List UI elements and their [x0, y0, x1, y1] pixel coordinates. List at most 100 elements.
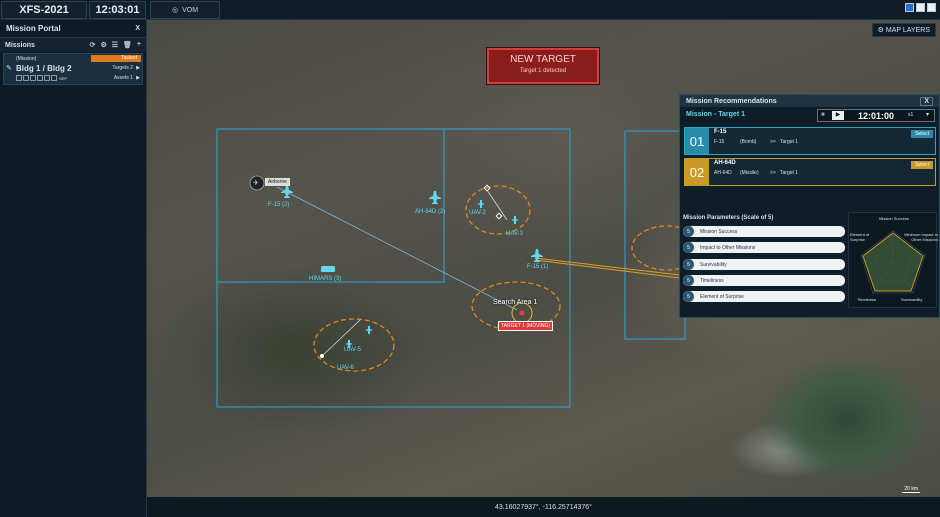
- rec-platform: AH-64D: [714, 170, 732, 176]
- route-line: [534, 259, 681, 279]
- app-title: XFS-2021: [1, 1, 87, 19]
- uav-icon: [365, 326, 373, 334]
- rec-target: Target 1: [780, 170, 799, 176]
- jet-icon: [531, 249, 543, 262]
- unit-label[interactable]: F-15 (1): [527, 264, 548, 270]
- rec-number: 02: [685, 159, 709, 185]
- radar-label: Survivability: [901, 297, 923, 302]
- scale-bar: 20 km: [902, 486, 920, 493]
- settings-icon[interactable]: ⚙: [100, 41, 106, 49]
- new-target-alert[interactable]: NEW TARGET Target 1 detected: [487, 48, 599, 84]
- mission-recommendations-panel: Mission Recommendations X Mission - Targ…: [679, 94, 940, 318]
- orbit-ellipse: [313, 318, 395, 372]
- unit-label[interactable]: UAV-2: [469, 210, 486, 216]
- clock: 12:03:01: [89, 1, 146, 19]
- cursor-coordinates: 43.16027937°, -116.25714376°: [495, 503, 592, 511]
- jet-icon: [281, 185, 293, 198]
- rec-arrow: >>: [770, 170, 776, 176]
- target-label[interactable]: TARGET 1 (MOVING): [498, 321, 553, 331]
- select-button[interactable]: Select: [911, 130, 933, 138]
- sep-label: SEP: [59, 76, 68, 81]
- globe-icon: ◎: [171, 7, 179, 14]
- radar-chart: Mission Success Minimum Impact to Other …: [848, 212, 938, 308]
- rec-arrow: >>: [770, 139, 776, 145]
- mission-list-item[interactable]: (Mission) Tasked ✎ Bldg 1 / Bldg 2 Targe…: [3, 53, 143, 85]
- sidebar-close-button[interactable]: X: [135, 25, 140, 32]
- rec-target: Target 1: [780, 139, 799, 145]
- mission-name: Bldg 1 / Bldg 2: [16, 64, 72, 73]
- unit-label[interactable]: UAV-6: [337, 365, 354, 371]
- route-line: [534, 257, 681, 276]
- chevron-down-icon[interactable]: ▾: [926, 111, 929, 118]
- search-zone-right: [624, 130, 686, 340]
- top-bar: XFS-2021 12:03:01 ◎ VOM: [0, 0, 940, 20]
- search-zone-large: [216, 128, 571, 408]
- layout-single-icon[interactable]: [905, 3, 914, 12]
- uav-icon: [511, 216, 519, 224]
- mission-portal-sidebar: Mission Portal X Missions ⟳ ⚙ ☰ 🗑 + (Mis…: [0, 20, 147, 517]
- himars-icon: [321, 266, 335, 272]
- search-zone-small: [216, 128, 445, 283]
- refresh-icon[interactable]: ⟳: [90, 41, 96, 49]
- chevron-right-icon[interactable]: ▶: [136, 65, 140, 71]
- uav-icon: [477, 200, 485, 208]
- gear-icon: ⚙: [877, 27, 884, 34]
- rec-aircraft: F-15: [714, 129, 727, 135]
- param-timeliness[interactable]: 5 Timeliness: [683, 275, 845, 286]
- airborne-tag: Airborne: [265, 178, 290, 186]
- alert-subtitle: Target 1 detected: [519, 68, 567, 74]
- unit-label[interactable]: UAV-5: [344, 347, 361, 353]
- layout-split-icon[interactable]: [916, 3, 925, 12]
- list-icon[interactable]: ☰: [112, 41, 118, 49]
- mission-targets: Targets 2: [112, 65, 133, 71]
- panel-subtitle: Mission - Target 1: [686, 111, 745, 118]
- unit-label[interactable]: F-15 (2): [268, 202, 289, 208]
- radar-label: Minimum Impact to Other Missions: [904, 232, 938, 242]
- vom-button[interactable]: ◎ VOM: [150, 1, 220, 19]
- rec-munition: (Bomb): [740, 139, 757, 145]
- unit-label[interactable]: HIMARS (3): [309, 276, 341, 282]
- missions-toolbar: Missions ⟳ ⚙ ☰ 🗑 +: [0, 38, 146, 52]
- phase-boxes: [16, 75, 57, 81]
- stop-icon[interactable]: ■: [821, 112, 825, 118]
- timeline-time: 12:01:00: [858, 111, 895, 121]
- plane-icon: ✈: [253, 180, 259, 187]
- rec-munition: (Missile): [740, 170, 759, 176]
- param-surprise[interactable]: 5 Element of Surprise: [683, 291, 845, 302]
- edit-icon[interactable]: ✎: [6, 64, 12, 72]
- mission-tag: (Mission): [16, 56, 37, 62]
- sidebar-header: Mission Portal X: [0, 20, 146, 38]
- map-layers-button[interactable]: ⚙ MAP LAYERS: [871, 23, 936, 37]
- select-button[interactable]: Select: [911, 161, 933, 169]
- rec-aircraft: AH-64D: [714, 160, 736, 166]
- unit-label[interactable]: AH-64D (2): [415, 209, 445, 215]
- map-view[interactable]: ✈ Airborne F-15 (2) AH-64D (2) UAV-2 UAV…: [147, 20, 940, 497]
- rec-number: 01: [685, 128, 709, 154]
- recommendation-card[interactable]: 02 AH-64D AH-64D (Missile) >> Target 1 S…: [684, 158, 936, 186]
- panel-title: Mission Recommendations: [686, 97, 777, 105]
- param-impact[interactable]: 5 Impact to Other Missions: [683, 242, 845, 253]
- mission-assets: Assets 1: [113, 75, 133, 81]
- chevron-right-icon[interactable]: ▶: [136, 75, 140, 81]
- radar-label: Mission Success: [879, 216, 909, 221]
- params-title: Mission Parameters (Scale of 5): [683, 215, 774, 221]
- unit-label[interactable]: UAV-3: [506, 231, 523, 237]
- play-icon[interactable]: ▶: [832, 111, 844, 120]
- layout-grid-icon[interactable]: [927, 3, 936, 12]
- panel-header: Mission Recommendations X: [680, 95, 939, 107]
- sidebar-title: Mission Portal: [6, 24, 61, 33]
- recommendation-card[interactable]: 01 F-15 F-15 (Bomb) >> Target 1 Select: [684, 127, 936, 155]
- timeline-control: ■ ▶ 12:01:00 x1 ▾: [817, 109, 935, 122]
- rec-platform: F-15: [714, 139, 725, 145]
- alert-title: NEW TARGET: [510, 54, 576, 65]
- panel-close-button[interactable]: X: [920, 96, 933, 106]
- param-mission-success[interactable]: 5 Mission Success: [683, 226, 845, 237]
- speed-select[interactable]: x1: [908, 112, 913, 118]
- param-survivability[interactable]: 5 Survivability: [683, 259, 845, 270]
- status-badge: Tasked: [91, 55, 141, 62]
- search-area-label: Search Area 1: [493, 299, 538, 306]
- missions-label: Missions: [5, 41, 35, 49]
- delete-icon[interactable]: 🗑: [123, 41, 132, 49]
- target-marker: [519, 310, 525, 316]
- add-icon[interactable]: +: [137, 41, 141, 49]
